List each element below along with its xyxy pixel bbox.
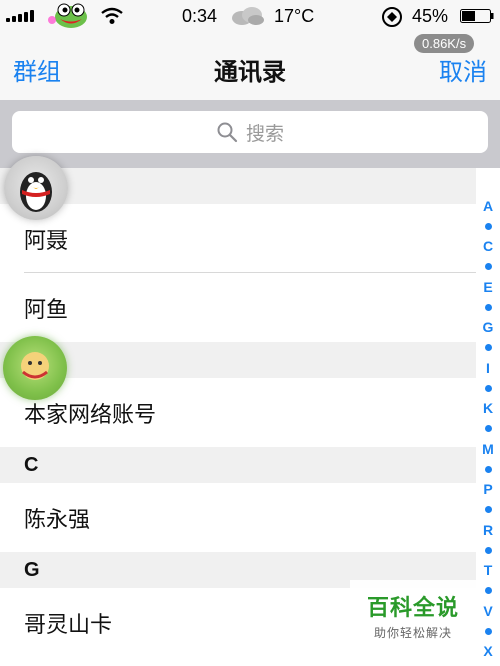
index-letter-t[interactable]: T — [484, 560, 493, 580]
index-dot[interactable] — [484, 222, 492, 230]
battery-icon — [460, 9, 494, 23]
index-letter-i[interactable]: I — [486, 358, 490, 378]
section-header-b: B — [0, 342, 476, 378]
index-letter-r[interactable]: R — [483, 520, 493, 540]
cloud-weather-icon — [232, 7, 264, 25]
watermark-subtitle: 助你轻松解决 — [373, 626, 452, 640]
contact-row[interactable]: 阿鱼 — [0, 273, 476, 342]
status-bar: 0:34 17°C 45% — [0, 0, 500, 32]
contact-row[interactable]: 陈永强 — [0, 483, 476, 552]
index-letter-v[interactable]: V — [483, 601, 492, 621]
index-dot[interactable] — [484, 384, 492, 392]
wifi-icon — [101, 7, 123, 24]
section-header-c: C — [0, 447, 476, 483]
search-input[interactable]: 搜索 — [12, 111, 488, 153]
index-dot[interactable] — [484, 546, 492, 554]
index-letter-k[interactable]: K — [483, 398, 493, 418]
index-dot[interactable] — [484, 587, 492, 595]
frog-mascot-icon — [48, 3, 87, 28]
index-letter-a[interactable]: A — [483, 196, 493, 216]
search-area: 搜索 — [0, 100, 500, 168]
alphabet-index-bar[interactable]: AC EG IK MP RT VX — [476, 196, 500, 662]
index-letter-g[interactable]: G — [483, 317, 494, 337]
index-letter-m[interactable]: M — [482, 439, 494, 459]
index-dot[interactable] — [484, 303, 492, 311]
section-header-a: A — [0, 168, 476, 204]
index-dot[interactable] — [484, 425, 492, 433]
signal-strength-icon — [6, 10, 34, 22]
page-title: 通讯录 — [214, 59, 286, 86]
index-dot[interactable] — [484, 263, 492, 271]
green-avatar-icon — [3, 336, 67, 400]
index-dot[interactable] — [484, 344, 492, 352]
status-time: 0:34 — [182, 6, 218, 26]
contact-row[interactable]: 阿聂 — [0, 204, 476, 273]
search-placeholder: 搜索 — [245, 123, 284, 145]
watermark-title: 百科全说 — [366, 595, 459, 620]
index-dot[interactable] — [484, 506, 492, 514]
search-icon — [217, 122, 238, 143]
index-dot[interactable] — [484, 627, 492, 635]
status-temperature: 17°C — [274, 6, 315, 26]
index-dot[interactable] — [484, 465, 492, 473]
rotation-lock-icon — [382, 7, 402, 27]
character-icon — [21, 352, 49, 380]
index-letter-c[interactable]: C — [483, 236, 493, 256]
watermark-logo: 百科全说 助你轻松解决 — [350, 580, 476, 642]
penguin-avatar-icon — [4, 156, 68, 220]
index-letter-x[interactable]: X — [483, 641, 492, 661]
contact-row[interactable]: 本家网络账号 — [0, 378, 476, 447]
battery-percent: 45% — [412, 6, 449, 26]
cancel-button[interactable]: 取消 — [439, 52, 487, 87]
network-speed-badge: 0.86K/s — [414, 34, 475, 53]
index-letter-e[interactable]: E — [483, 277, 492, 297]
index-letter-p[interactable]: P — [483, 479, 492, 499]
penguin-icon — [20, 172, 52, 212]
